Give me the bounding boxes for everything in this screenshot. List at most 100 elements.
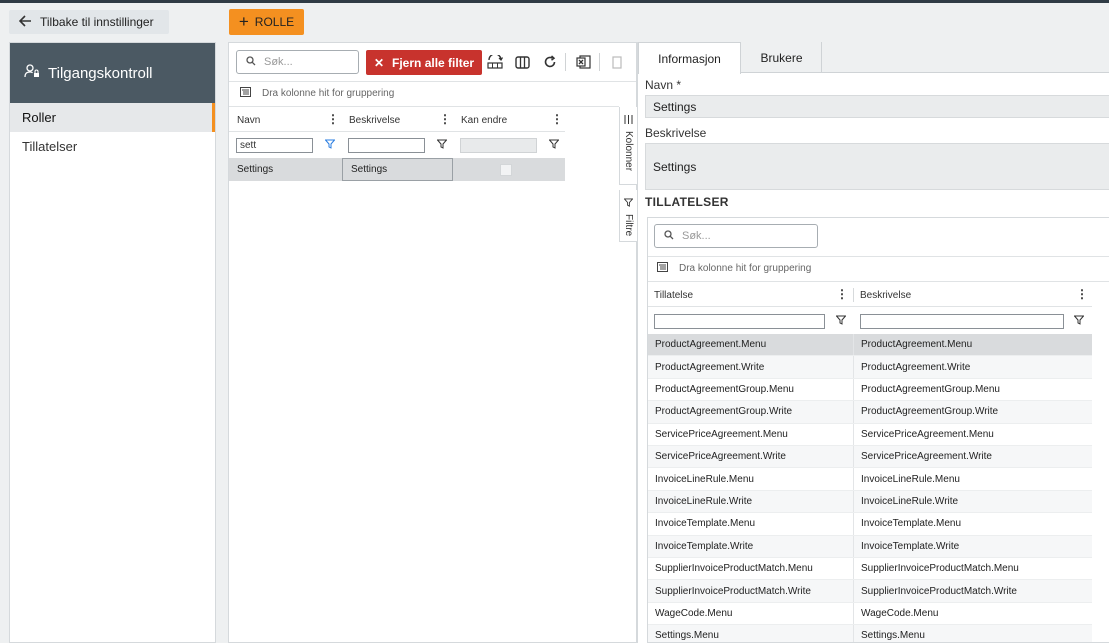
column-header-beskrivelse[interactable]: Beskrivelse xyxy=(349,115,400,126)
cell-beskrivelse[interactable]: InvoiceLineRule.Write xyxy=(854,491,1092,512)
cell-beskrivelse[interactable]: Settings.Menu xyxy=(854,625,1092,642)
permissions-search-input[interactable]: Søk... xyxy=(654,224,818,248)
filter-icon[interactable] xyxy=(1073,315,1085,328)
table-row[interactable]: WageCode.Menu WageCode.Menu xyxy=(648,602,1092,626)
filter-active-icon[interactable] xyxy=(324,139,336,152)
cell-tillatelse[interactable]: ProductAgreementGroup.Write xyxy=(648,401,854,423)
cell-beskrivelse[interactable]: InvoiceLineRule.Menu xyxy=(854,468,1092,489)
table-row[interactable]: ProductAgreement.Menu ProductAgreement.Me… xyxy=(648,334,1092,357)
table-row[interactable]: Settings Settings xyxy=(229,158,565,181)
filter-icon[interactable] xyxy=(436,139,448,152)
back-label: Tilbake til innstillinger xyxy=(40,15,154,29)
cell-tillatelse[interactable]: InvoiceLineRule.Write xyxy=(648,490,854,513)
column-menu-icon[interactable]: ⋮ xyxy=(836,287,848,301)
cell-tillatelse[interactable]: ProductAgreement.Write xyxy=(648,356,854,378)
kan-endre-checkbox[interactable] xyxy=(500,164,512,176)
filter-input-navn[interactable]: sett xyxy=(236,138,313,153)
table-row[interactable]: ServicePriceAgreement.Menu ServicePriceAg… xyxy=(648,423,1092,446)
autosize-columns-icon[interactable] xyxy=(485,52,505,72)
add-role-button[interactable]: + ROLLE xyxy=(229,9,304,35)
clear-all-filters-button[interactable]: ✕ Fjern alle filter xyxy=(366,50,482,75)
cell-tillatelse[interactable]: Settings.Menu xyxy=(648,625,854,642)
detail-tabs: Informasjon Brukere xyxy=(638,42,1109,74)
group-hint: Dra kolonne hit for gruppering xyxy=(679,263,812,274)
cell-tillatelse[interactable]: ServicePriceAgreement.Write xyxy=(648,446,854,468)
group-drop-zone[interactable]: Dra kolonne hit for gruppering xyxy=(657,262,811,275)
table-row[interactable]: SupplierInvoiceProductMatch.Write Supplie… xyxy=(648,580,1092,603)
nav-item-tillatelser[interactable]: Tillatelser xyxy=(10,132,215,161)
description-label: Beskrivelse xyxy=(645,126,707,140)
cell-tillatelse[interactable]: SupplierInvoiceProductMatch.Menu xyxy=(648,558,854,580)
columns-panel-icon xyxy=(624,115,633,127)
table-row[interactable]: ProductAgreementGroup.Menu ProductAgreeme… xyxy=(648,378,1092,402)
column-header-tillatelse[interactable]: Tillatelse xyxy=(654,290,693,301)
cell-beskrivelse[interactable]: InvoiceTemplate.Menu xyxy=(854,513,1092,534)
cell-beskrivelse[interactable]: Settings xyxy=(342,158,453,181)
cell-tillatelse[interactable]: InvoiceLineRule.Menu xyxy=(648,468,854,490)
filters-tab-label: Filtre xyxy=(623,214,634,237)
cell-tillatelse[interactable]: ServicePriceAgreement.Menu xyxy=(648,423,854,445)
name-field[interactable]: Settings xyxy=(645,95,1109,118)
cell-beskrivelse[interactable]: ProductAgreementGroup.Write xyxy=(854,401,1092,422)
filter-input-beskrivelse[interactable] xyxy=(860,314,1064,329)
divider xyxy=(229,131,565,132)
table-row[interactable]: InvoiceLineRule.Write InvoiceLineRule.Wri… xyxy=(648,490,1092,514)
tab-filters-panel[interactable]: Filtre xyxy=(619,190,637,242)
filter-icon[interactable] xyxy=(835,315,847,328)
column-header-navn[interactable]: Navn xyxy=(237,115,260,126)
cell-beskrivelse[interactable]: SupplierInvoiceProductMatch.Menu xyxy=(854,558,1092,579)
cell-beskrivelse[interactable]: ServicePriceAgreement.Write xyxy=(854,446,1092,467)
excel-export-icon[interactable] xyxy=(573,52,593,72)
filter-input-tillatelse[interactable] xyxy=(654,314,825,329)
cell-navn[interactable]: Settings xyxy=(229,158,341,181)
table-row[interactable]: ServicePriceAgreement.Write ServicePriceA… xyxy=(648,446,1092,469)
cell-tillatelse[interactable]: ProductAgreementGroup.Menu xyxy=(648,378,854,401)
table-row[interactable]: ProductAgreementGroup.Write ProductAgreem… xyxy=(648,401,1092,424)
cell-beskrivelse[interactable]: ProductAgreement.Write xyxy=(854,356,1092,377)
group-drop-zone[interactable]: Dra kolonne hit for gruppering xyxy=(240,87,394,100)
roles-search-input[interactable]: Søk... xyxy=(236,50,359,74)
filter-input-kan-endre xyxy=(460,138,537,153)
table-row[interactable]: InvoiceLineRule.Menu InvoiceLineRule.Menu xyxy=(648,468,1092,491)
column-header-beskrivelse[interactable]: Beskrivelse xyxy=(860,290,911,301)
divider xyxy=(648,256,1109,257)
left-navigation: Tilgangskontroll Roller Tillatelser xyxy=(9,42,216,643)
table-row[interactable]: InvoiceTemplate.Write InvoiceTemplate.Wri… xyxy=(648,535,1092,558)
refresh-icon[interactable] xyxy=(540,52,560,72)
table-row[interactable]: Settings.Menu Settings.Menu xyxy=(648,625,1092,642)
cell-tillatelse[interactable]: ProductAgreement.Menu xyxy=(648,334,854,356)
back-to-settings-button[interactable]: Tilbake til innstillinger xyxy=(9,10,169,34)
column-menu-icon[interactable]: ⋮ xyxy=(439,112,451,126)
cell-beskrivelse[interactable]: InvoiceTemplate.Write xyxy=(854,536,1092,557)
search-icon xyxy=(664,229,674,243)
group-hint: Dra kolonne hit for gruppering xyxy=(262,88,395,99)
columns-icon[interactable] xyxy=(512,52,532,72)
column-header-kan-endre[interactable]: Kan endre xyxy=(461,115,507,126)
cell-beskrivelse[interactable]: ProductAgreement.Menu xyxy=(854,334,1092,355)
tab-columns-panel[interactable]: Kolonner xyxy=(619,107,637,185)
filter-input-beskrivelse[interactable] xyxy=(348,138,425,153)
description-field[interactable]: Settings xyxy=(645,143,1109,190)
cell-beskrivelse[interactable]: WageCode.Menu xyxy=(854,603,1092,624)
tab-informasjon[interactable]: Informasjon xyxy=(638,42,741,74)
tab-brukere[interactable]: Brukere xyxy=(742,42,822,73)
column-menu-icon[interactable]: ⋮ xyxy=(1076,287,1088,301)
table-row[interactable]: SupplierInvoiceProductMatch.Menu Supplier… xyxy=(648,558,1092,581)
cell-tillatelse[interactable]: InvoiceTemplate.Write xyxy=(648,535,854,557)
cell-beskrivelse[interactable]: ServicePriceAgreement.Menu xyxy=(854,424,1092,445)
table-row[interactable]: ProductAgreement.Write ProductAgreement.W… xyxy=(648,356,1092,379)
cell-tillatelse[interactable]: SupplierInvoiceProductMatch.Write xyxy=(648,580,854,602)
search-placeholder: Søk... xyxy=(264,56,293,68)
cell-beskrivelse[interactable]: SupplierInvoiceProductMatch.Write xyxy=(854,580,1092,601)
nav-item-roller[interactable]: Roller xyxy=(10,103,215,132)
column-menu-icon[interactable]: ⋮ xyxy=(327,112,339,126)
delete-icon[interactable] xyxy=(607,52,627,72)
cell-beskrivelse[interactable]: ProductAgreementGroup.Menu xyxy=(854,379,1092,400)
cell-tillatelse[interactable]: InvoiceTemplate.Menu xyxy=(648,513,854,535)
cell-tillatelse[interactable]: WageCode.Menu xyxy=(648,602,854,625)
filter-icon[interactable] xyxy=(548,139,560,152)
nav-title: Tilgangskontroll xyxy=(48,64,153,82)
table-row[interactable]: InvoiceTemplate.Menu InvoiceTemplate.Menu xyxy=(648,513,1092,536)
column-menu-icon[interactable]: ⋮ xyxy=(551,112,563,126)
divider xyxy=(229,81,636,82)
